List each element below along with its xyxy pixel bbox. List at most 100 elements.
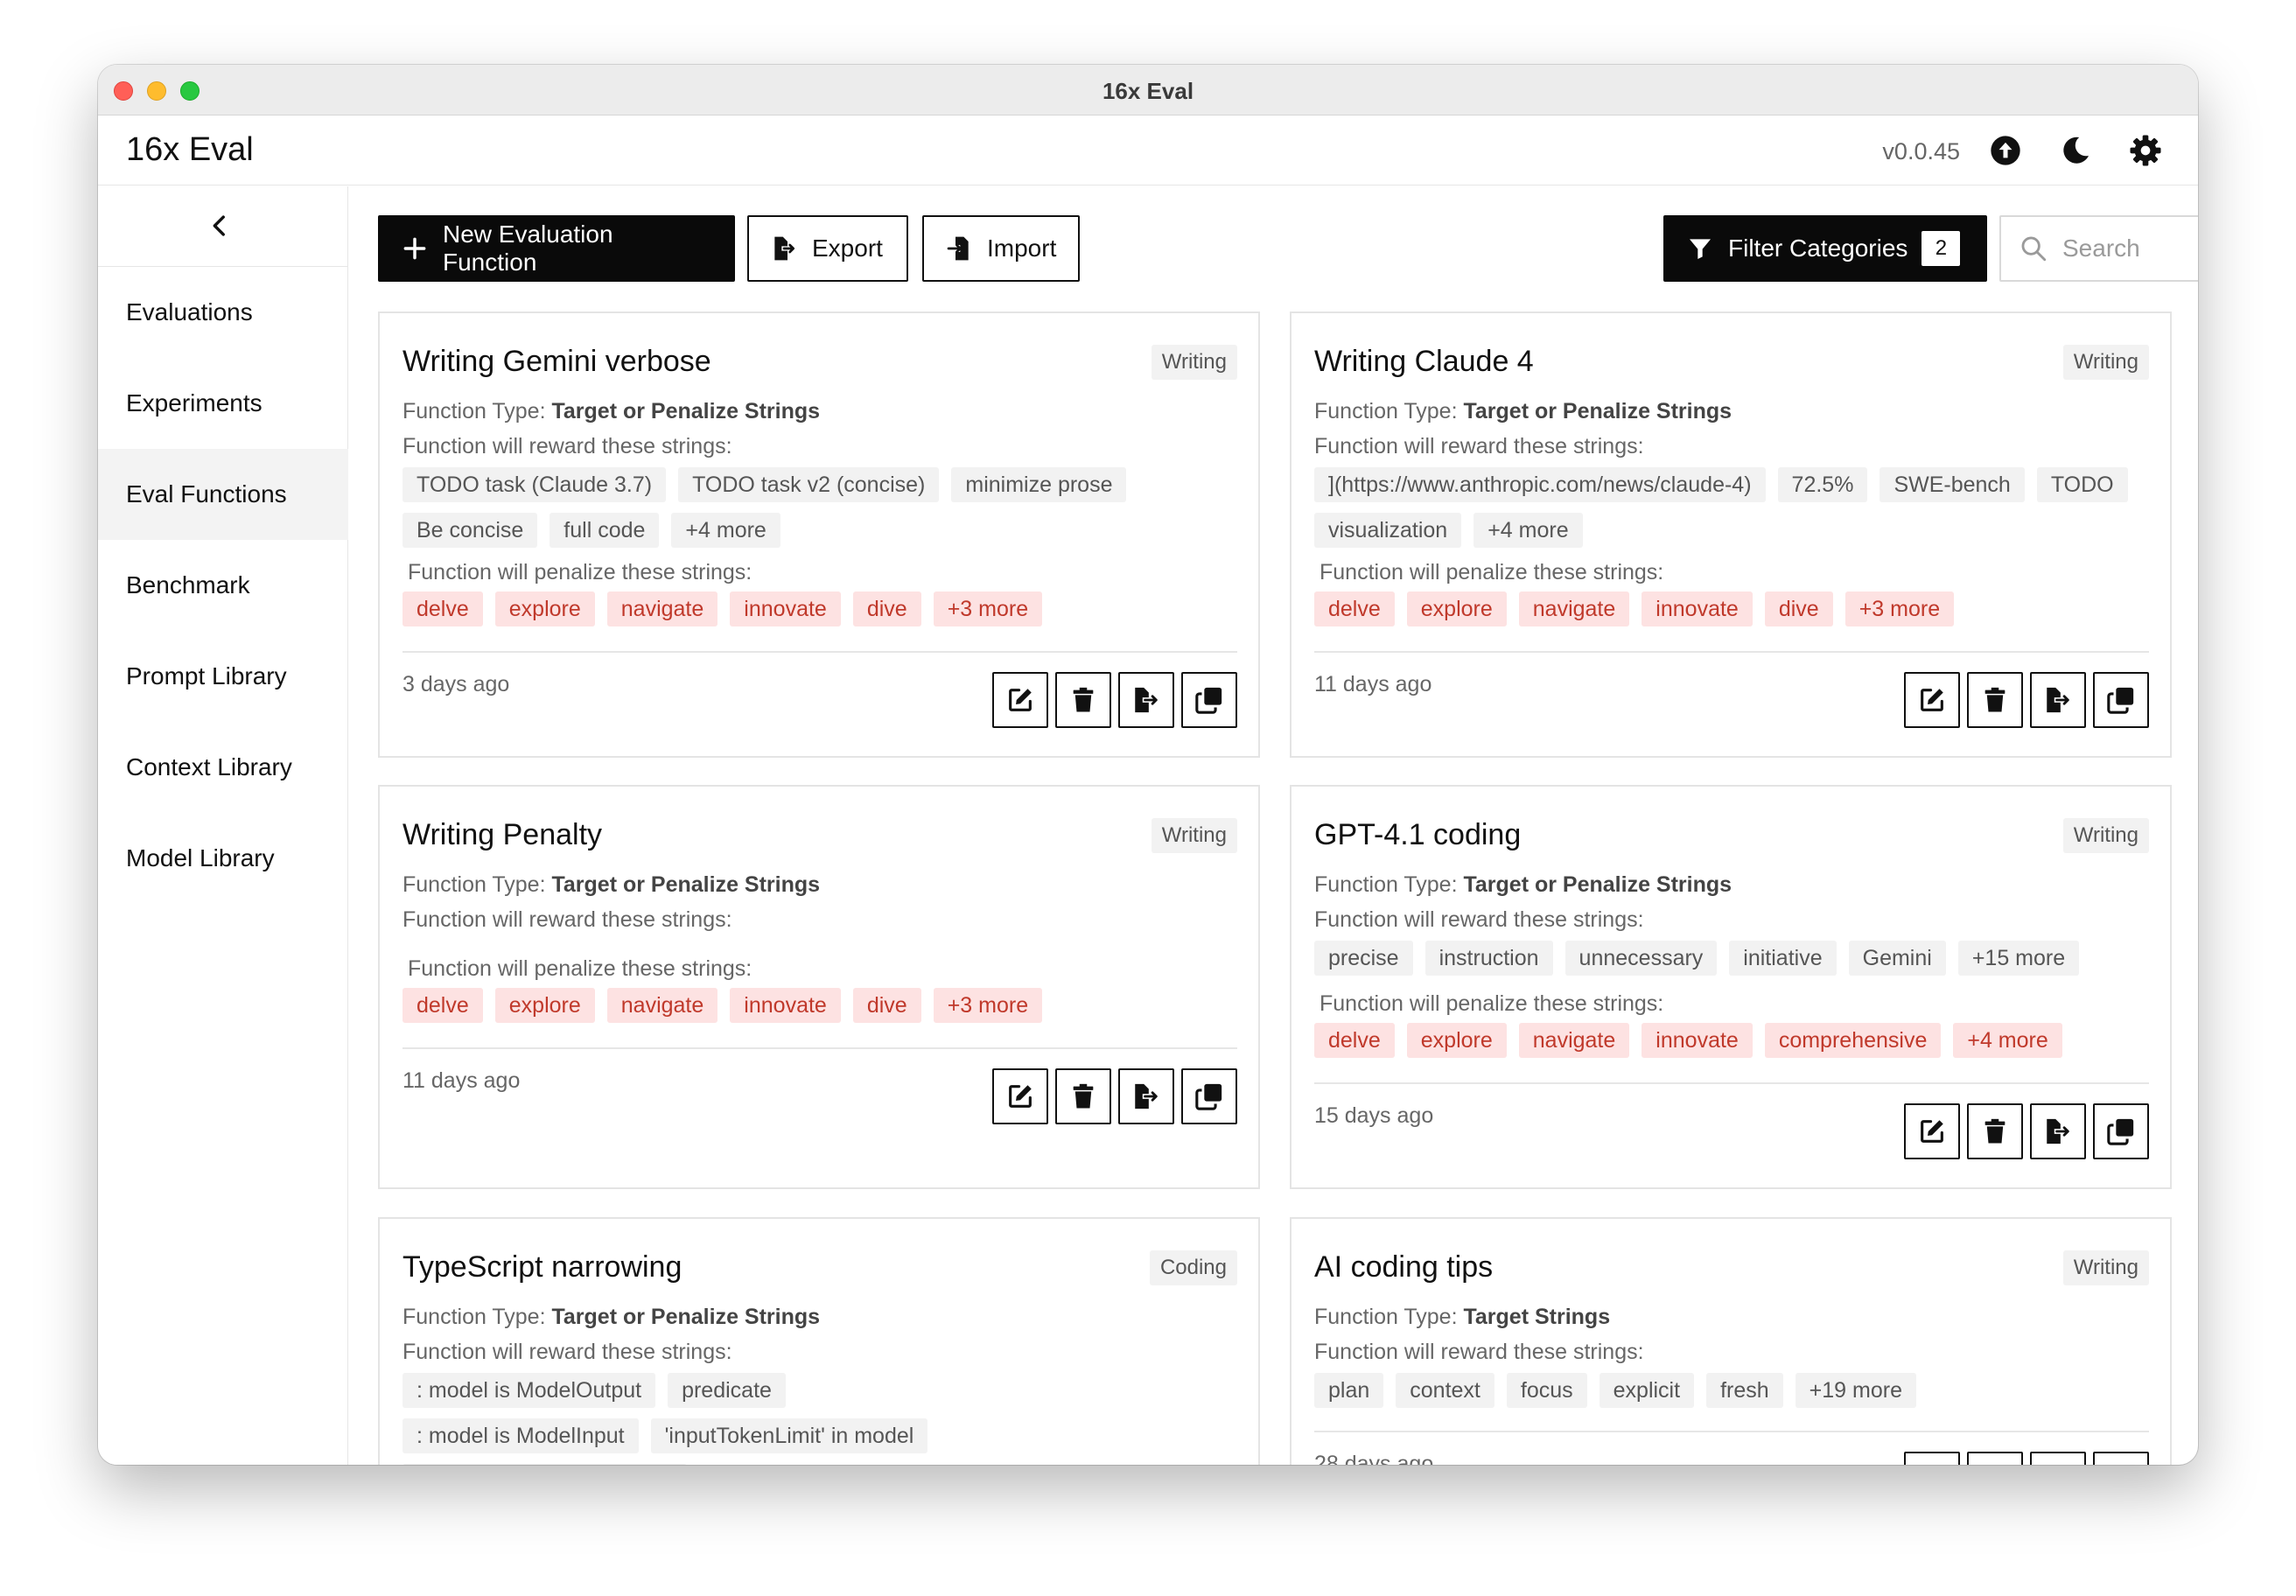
category-badge: Writing [1151, 818, 1237, 853]
penalize-tag: explore [1406, 1023, 1507, 1058]
delete-button[interactable] [1967, 672, 2023, 728]
sidebar-item-prompt-library[interactable]: Prompt Library [98, 631, 348, 722]
function-type-value: Target or Penalize Strings [551, 872, 821, 897]
penalize-tag: innovate [730, 988, 841, 1023]
edit-button[interactable] [1904, 1452, 1960, 1465]
eval-function-card: GPT-4.1 coding Writing Function Type: Ta… [1290, 785, 2172, 1189]
file-export-icon [1131, 685, 1161, 715]
export-function-button[interactable] [2030, 1452, 2086, 1465]
card-divider [1314, 651, 2149, 653]
trash-icon [1980, 685, 2010, 715]
card-title: Writing Penalty [402, 818, 603, 851]
sidebar-item-eval-functions[interactable]: Eval Functions [98, 449, 348, 540]
penalize-tag: navigate [606, 592, 718, 626]
penalize-tag: explore [494, 592, 595, 626]
new-evaluation-function-label: New Evaluation Function [443, 220, 613, 276]
reward-tag: 'inputTokenLimit' in model [650, 1418, 928, 1453]
function-type-prefix: Function Type: [1314, 872, 1458, 897]
function-type-value: Target or Penalize Strings [551, 1305, 821, 1329]
penalize-tag: delve [402, 988, 483, 1023]
sidebar-item-experiments[interactable]: Experiments [98, 358, 348, 449]
updated-time: 11 days ago [1314, 672, 1432, 696]
reward-tag: focus [1506, 1373, 1587, 1408]
app-window: 16x Eval 16x Eval v0.0.45 Evaluations Ex… [98, 65, 2198, 1465]
function-type-value: Target or Penalize Strings [551, 399, 821, 424]
sidebar-item-context-library[interactable]: Context Library [98, 722, 348, 813]
reward-tag: visualization [1314, 513, 1462, 548]
delete-button[interactable] [1055, 672, 1111, 728]
duplicate-button[interactable] [2093, 1452, 2149, 1465]
search-box[interactable] [1999, 215, 2198, 282]
edit-button[interactable] [992, 1068, 1048, 1124]
sidebar-item-model-library[interactable]: Model Library [98, 813, 348, 904]
card-divider [1314, 1431, 2149, 1432]
import-button[interactable]: Import [922, 215, 1080, 282]
gear-icon[interactable] [2128, 133, 2163, 168]
penalize-tag: delve [402, 592, 483, 626]
reward-label: Function will reward these strings: [402, 434, 732, 458]
penalize-tag: innovate [730, 592, 841, 626]
export-function-button[interactable] [2030, 672, 2086, 728]
trash-icon [1980, 1116, 2010, 1146]
penalize-tag: delve [1314, 592, 1395, 626]
updated-time: 11 days ago [402, 1068, 521, 1093]
eval-function-card: Writing Claude 4 Writing Function Type: … [1290, 312, 2172, 758]
edit-button[interactable] [1904, 1103, 1960, 1159]
delete-button[interactable] [1967, 1103, 2023, 1159]
card-title: Writing Gemini verbose [402, 345, 711, 378]
edit-icon [1005, 1082, 1035, 1111]
version-label: v0.0.45 [1882, 138, 1960, 164]
penalize-tag: navigate [1518, 1023, 1630, 1058]
export-function-button[interactable] [1118, 1068, 1174, 1124]
copy-icon [2106, 1116, 2136, 1146]
update-upload-icon[interactable] [1988, 133, 2023, 168]
duplicate-button[interactable] [1181, 1068, 1237, 1124]
sidebar-item-evaluations[interactable]: Evaluations [98, 267, 348, 358]
export-function-button[interactable] [2030, 1103, 2086, 1159]
file-import-icon [947, 236, 969, 261]
filter-categories-button[interactable]: Filter Categories 2 [1663, 215, 1987, 282]
penalize-tag: explore [494, 988, 595, 1023]
reward-tag: 72.5% [1777, 467, 1868, 502]
reward-label: Function will reward these strings: [402, 907, 732, 932]
duplicate-button[interactable] [2093, 672, 2149, 728]
delete-button[interactable] [1967, 1452, 2023, 1465]
eval-function-card: AI coding tips Writing Function Type: Ta… [1290, 1217, 2172, 1465]
penalize-label: Function will penalize these strings: [408, 560, 752, 584]
duplicate-button[interactable] [2093, 1103, 2149, 1159]
moon-icon[interactable] [2058, 133, 2093, 168]
edit-button[interactable] [992, 672, 1048, 728]
reward-tag: unnecessary [1564, 941, 1718, 976]
search-input[interactable] [2062, 234, 2198, 262]
export-button[interactable]: Export [747, 215, 908, 282]
reward-tag: fresh [1706, 1373, 1783, 1408]
delete-button[interactable] [1055, 1068, 1111, 1124]
edit-button[interactable] [1904, 672, 1960, 728]
reward-tag: plan [1314, 1373, 1384, 1408]
function-type: Function Type: Target Strings [1314, 1305, 1610, 1330]
sidebar-item-benchmark[interactable]: Benchmark [98, 540, 348, 631]
copy-icon [1194, 1082, 1224, 1111]
penalize-tag: innovate [1642, 1023, 1753, 1058]
edit-icon [1917, 1116, 1947, 1146]
copy-icon [1194, 685, 1224, 715]
reward-tag: context [1396, 1373, 1494, 1408]
card-title: TypeScript narrowing [402, 1250, 682, 1284]
function-type-prefix: Function Type: [1314, 1305, 1458, 1329]
chevron-left-icon [213, 215, 225, 236]
card-title: GPT-4.1 coding [1314, 818, 1522, 851]
reward-tag: precise [1314, 941, 1413, 976]
new-evaluation-function-button[interactable]: New Evaluation Function [378, 215, 735, 282]
reward-tag: ](https://www.anthropic.com/news/claude-… [1314, 467, 1766, 502]
card-actions [1904, 1103, 2149, 1159]
collapse-sidebar-button[interactable] [98, 186, 348, 267]
main-content: New Evaluation Function Export Import Fi… [349, 186, 2198, 1465]
file-export-icon [1131, 1082, 1161, 1111]
reward-tag: minimize prose [951, 467, 1127, 502]
export-function-button[interactable] [1118, 672, 1174, 728]
duplicate-button[interactable] [1181, 672, 1237, 728]
category-badge: Writing [2062, 345, 2149, 380]
function-type: Function Type: Target or Penalize String… [1314, 399, 1732, 424]
reward-label: Function will reward these strings: [1314, 1340, 1644, 1364]
trash-icon [1068, 685, 1098, 715]
